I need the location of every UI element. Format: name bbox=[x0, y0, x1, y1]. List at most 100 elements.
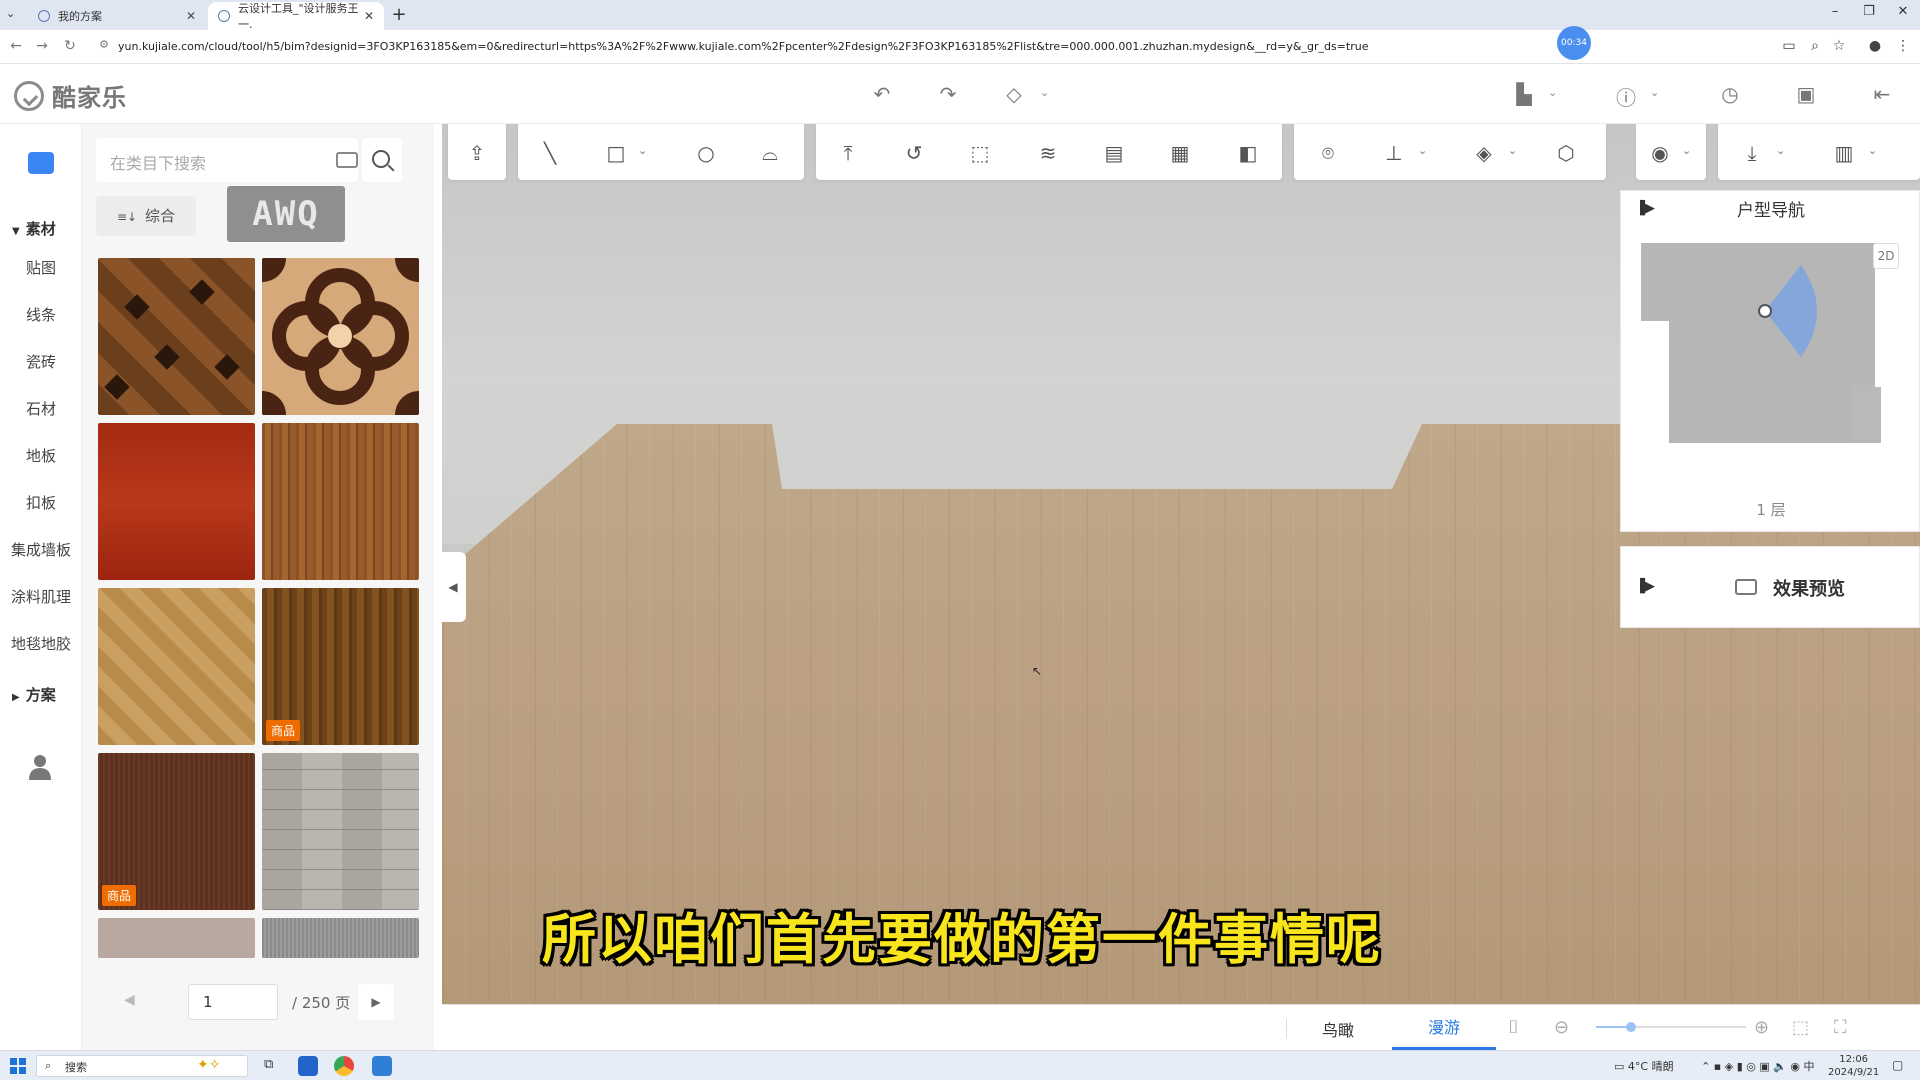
redo-icon[interactable]: ↷ bbox=[934, 82, 962, 106]
eraser-icon[interactable]: ◇ bbox=[1000, 82, 1028, 106]
chevron-down-icon[interactable]: ⌄ bbox=[638, 144, 647, 157]
materials-library-icon[interactable] bbox=[28, 152, 54, 174]
undo-icon[interactable]: ↶ bbox=[868, 82, 896, 106]
page-number-input[interactable]: 1 bbox=[188, 984, 278, 1020]
rail-item-lines[interactable]: 线条 bbox=[0, 304, 82, 325]
material-tile-2[interactable] bbox=[262, 258, 419, 415]
camera-search-icon[interactable] bbox=[336, 152, 358, 168]
windows-start-icon[interactable] bbox=[10, 1058, 26, 1074]
section-plans[interactable]: ▶ 方案 bbox=[12, 684, 56, 705]
chevron-down-icon[interactable]: ⌄ bbox=[1508, 144, 1517, 157]
app-icon-editor[interactable] bbox=[372, 1056, 392, 1076]
sort-button[interactable]: ≡↓ 综合 bbox=[96, 196, 196, 236]
weather-text[interactable]: 4°C 晴朗 bbox=[1628, 1060, 1674, 1073]
tab-close-icon[interactable]: ✕ bbox=[364, 9, 374, 23]
frame-select-icon[interactable]: ⬚ bbox=[966, 140, 994, 166]
floorplan-minimap[interactable] bbox=[1641, 243, 1881, 443]
history-icon[interactable]: ◷ bbox=[1716, 82, 1744, 106]
arc-tool-icon[interactable]: ⌓ bbox=[756, 140, 784, 166]
back-arrow-icon[interactable]: ← bbox=[6, 38, 26, 54]
chevron-down-icon[interactable]: ⌄ bbox=[1548, 86, 1557, 99]
minimize-button[interactable]: – bbox=[1820, 4, 1850, 19]
camera-snapshot-icon[interactable]: ⌷ bbox=[1508, 1017, 1519, 1038]
tray-icons[interactable]: ⌃ ▪ ◈ ▮ ◎ ▣ 🔈 ◉ bbox=[1701, 1060, 1803, 1073]
rail-item-ceiling-panel[interactable]: 扣板 bbox=[0, 492, 82, 513]
map-icon[interactable]: ▥ bbox=[1830, 140, 1858, 166]
notification-icon[interactable]: ▢ bbox=[1892, 1058, 1903, 1072]
preview-title[interactable]: 效果预览 bbox=[1773, 575, 1845, 601]
collapse-panel-button[interactable]: ◀ bbox=[440, 552, 466, 622]
chevron-down-icon[interactable]: ⌄ bbox=[1650, 86, 1659, 99]
fit-view-icon[interactable]: ⬚ bbox=[1792, 1017, 1809, 1038]
paint-brush-icon[interactable]: ◈ bbox=[1470, 140, 1498, 166]
restore-button[interactable]: ❐ bbox=[1854, 4, 1884, 19]
split-view-icon[interactable]: ◧ bbox=[1234, 140, 1262, 166]
forward-arrow-icon[interactable]: → bbox=[32, 38, 52, 54]
bookmark-star-icon[interactable]: ☆ bbox=[1830, 38, 1848, 54]
window-close-button[interactable]: ✕ bbox=[1888, 4, 1918, 19]
document-icon[interactable]: ▣ bbox=[1792, 82, 1820, 106]
chevron-down-icon[interactable]: ⌄ bbox=[1682, 144, 1691, 157]
material-tile-10[interactable] bbox=[262, 918, 419, 958]
tab-list-dropdown-icon[interactable]: ⌄ bbox=[6, 7, 15, 20]
floor-label[interactable]: 1 层 bbox=[1621, 499, 1920, 520]
zoom-icon[interactable]: ⌕ bbox=[1806, 38, 1824, 54]
grid-layout-icon[interactable]: ▦ bbox=[1166, 140, 1194, 166]
eye-icon[interactable]: ◉ bbox=[1646, 140, 1674, 166]
material-tile-1[interactable] bbox=[98, 258, 255, 415]
lights-icon[interactable]: ≋ bbox=[1034, 140, 1062, 166]
chrome-icon[interactable] bbox=[334, 1056, 354, 1076]
upload-icon[interactable]: ⇪ bbox=[463, 140, 491, 166]
rectangle-tool-icon[interactable]: □ bbox=[602, 140, 630, 166]
line-tool-icon[interactable]: ╲ bbox=[536, 140, 564, 166]
site-info-icon[interactable]: ⚙ bbox=[94, 38, 114, 51]
rail-item-paint-texture[interactable]: 涂料肌理 bbox=[0, 586, 82, 607]
expand-preview-icon[interactable]: ▐▶ bbox=[1635, 579, 1655, 594]
prev-page-icon[interactable]: ◀ bbox=[124, 992, 135, 1008]
rail-item-wall-panel[interactable]: 集成墙板 bbox=[0, 539, 82, 560]
rail-item-texture[interactable]: 贴图 bbox=[0, 257, 82, 278]
search-location-icon[interactable]: ⌾ bbox=[1314, 140, 1342, 166]
panel-layout-icon[interactable]: ▤ bbox=[1100, 140, 1128, 166]
birds-eye-view-tab[interactable]: 鸟瞰 bbox=[1322, 1017, 1354, 1041]
browser-menu-icon[interactable]: ⋮ bbox=[1894, 38, 1912, 54]
material-tile-6[interactable]: 商品 bbox=[262, 588, 419, 745]
align-icon[interactable]: ⊥ bbox=[1380, 140, 1408, 166]
tab-close-icon[interactable]: ✕ bbox=[186, 9, 196, 23]
chevron-down-icon[interactable]: ⌄ bbox=[1040, 86, 1049, 99]
taskbar-search[interactable]: ⌕ 搜索 ✦✧ bbox=[36, 1055, 248, 1077]
material-tile-7[interactable]: 商品 bbox=[98, 753, 255, 910]
search-input[interactable]: 在类目下搜索 bbox=[96, 138, 358, 182]
material-tile-4[interactable] bbox=[262, 423, 419, 580]
chevron-down-icon[interactable]: ⌄ bbox=[1776, 144, 1785, 157]
app-icon-mail[interactable] bbox=[298, 1056, 318, 1076]
zoom-in-icon[interactable]: ⊕ bbox=[1754, 1017, 1769, 1038]
screenshot-icon[interactable]: ▭ bbox=[1780, 38, 1798, 54]
rail-item-tiles[interactable]: 瓷砖 bbox=[0, 351, 82, 372]
chevron-down-icon[interactable]: ⌄ bbox=[1418, 144, 1427, 157]
material-tile-5[interactable] bbox=[98, 588, 255, 745]
browser-tab-design-tool[interactable]: 云设计工具_"设计服务王一. ✕ bbox=[208, 2, 384, 31]
ime-indicator[interactable]: 中 bbox=[1804, 1060, 1815, 1073]
cube-icon[interactable]: ⬡ bbox=[1552, 140, 1580, 166]
user-avatar-icon[interactable] bbox=[29, 754, 51, 780]
zoom-out-icon[interactable]: ⊖ bbox=[1554, 1017, 1569, 1038]
browser-tab-my-plans[interactable]: 我的方案 ✕ bbox=[28, 2, 206, 30]
profile-icon[interactable]: ● bbox=[1866, 38, 1884, 54]
reload-icon[interactable]: ↻ bbox=[60, 38, 80, 54]
material-tile-3[interactable] bbox=[98, 423, 255, 580]
material-tile-9[interactable] bbox=[98, 918, 255, 958]
next-page-button[interactable]: ▶ bbox=[358, 984, 394, 1020]
rail-item-flooring[interactable]: 地板 bbox=[0, 445, 82, 466]
download-icon[interactable]: ⤓ bbox=[1738, 140, 1766, 166]
taskbar-clock[interactable]: 12:06 2024/9/21 bbox=[1828, 1053, 1879, 1079]
url-field[interactable]: yun.kujiale.com/cloud/tool/h5/bim?design… bbox=[118, 40, 1368, 53]
exit-icon[interactable]: ⇤ bbox=[1868, 82, 1896, 106]
2d-toggle-button[interactable]: 2D bbox=[1873, 243, 1899, 269]
help-icon[interactable]: ⓘ bbox=[1612, 82, 1640, 111]
search-button[interactable] bbox=[362, 138, 402, 182]
rail-item-carpet[interactable]: 地毯地胶 bbox=[0, 633, 82, 654]
fullscreen-icon[interactable]: ⛶ bbox=[1834, 1017, 1847, 1038]
task-view-icon[interactable]: ⧉ bbox=[264, 1057, 273, 1072]
rail-item-stone[interactable]: 石材 bbox=[0, 398, 82, 419]
